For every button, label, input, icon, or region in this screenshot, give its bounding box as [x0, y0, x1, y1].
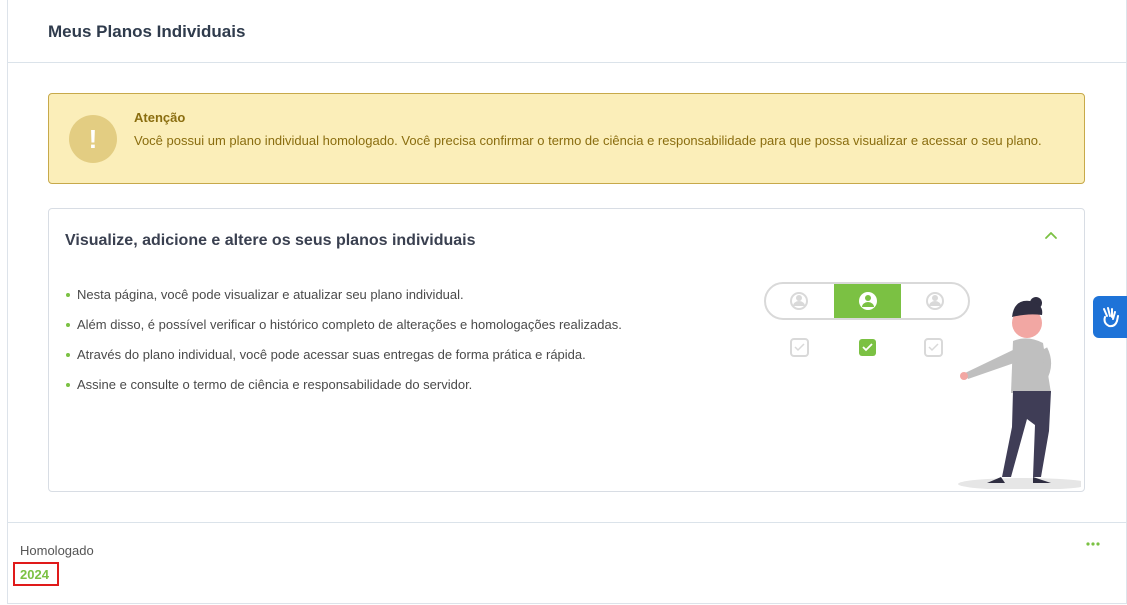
info-card-title: Visualize, adicione e altere os seus pla…	[65, 232, 476, 249]
sign-language-icon	[1103, 307, 1119, 328]
chevron-up-icon[interactable]	[1042, 227, 1060, 245]
more-dots-icon[interactable]	[1085, 540, 1101, 548]
page-title: Meus Planos Individuais	[48, 22, 246, 41]
info-bullet: Assine e consulte o termo de ciência e r…	[65, 377, 622, 407]
info-card: Visualize, adicione e altere os seus pla…	[48, 208, 1085, 492]
alert-title: Atenção	[134, 110, 186, 125]
plan-year[interactable]: 2024	[20, 567, 49, 582]
accessibility-button[interactable]	[1093, 296, 1127, 338]
plan-year-link[interactable]: 2024	[13, 562, 59, 586]
section-divider	[8, 522, 1127, 523]
header-divider	[8, 62, 1127, 63]
alert-message: Você possui um plano individual homologa…	[134, 133, 1042, 148]
info-bullet-list: Nesta página, você pode visualizar e atu…	[65, 287, 622, 407]
info-bullet: Através do plano individual, você pode a…	[65, 347, 622, 377]
plan-selection-illustration	[764, 282, 1081, 489]
exclamation-icon: !	[69, 115, 117, 163]
attention-alert: ! Atenção Você possui um plano individua…	[48, 93, 1085, 184]
info-bullet: Além disso, é possível verificar o histó…	[65, 317, 622, 347]
plan-status-label: Homologado	[20, 543, 94, 558]
info-bullet: Nesta página, você pode visualizar e atu…	[65, 287, 622, 317]
